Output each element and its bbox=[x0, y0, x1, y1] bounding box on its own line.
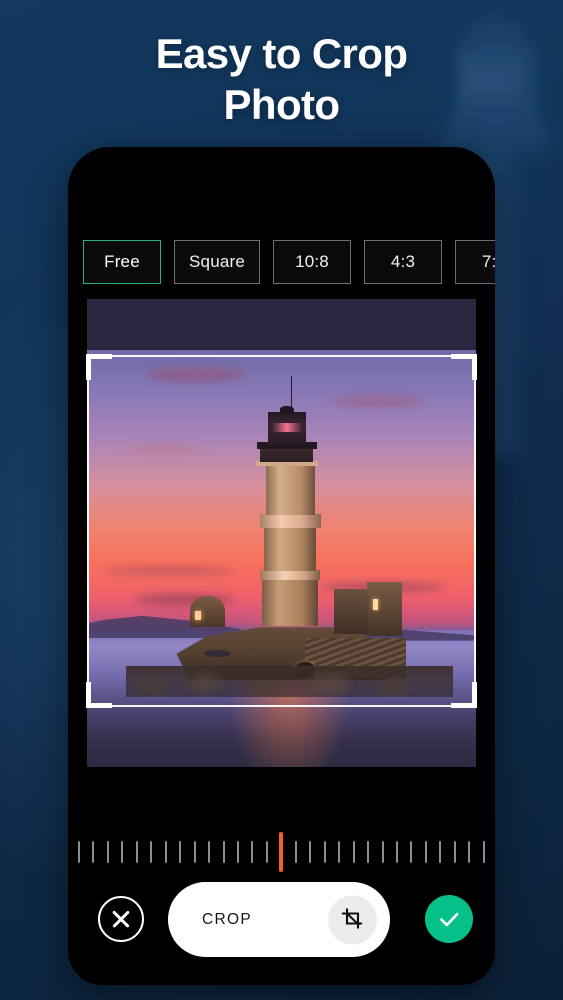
photo-preview[interactable] bbox=[87, 299, 476, 767]
fort-window-light bbox=[195, 610, 201, 621]
ruler-tick bbox=[468, 840, 471, 863]
ruler-tick bbox=[135, 840, 138, 863]
check-icon bbox=[440, 912, 459, 927]
photo-image bbox=[87, 299, 476, 767]
lighthouse-mast bbox=[290, 376, 292, 409]
ratio-tab-label: Free bbox=[104, 252, 140, 271]
ratio-tab-label: Square bbox=[189, 252, 246, 271]
ratio-tab-square[interactable]: Square bbox=[174, 240, 261, 284]
ruler-tick bbox=[352, 840, 355, 863]
ruler-tick bbox=[265, 840, 268, 863]
crop-tool-label: CROP bbox=[202, 910, 252, 928]
phone-mockup: Free Square 10:8 4:3 7:5 bbox=[68, 147, 495, 985]
ruler-tick bbox=[439, 840, 442, 863]
ratio-tab-label: 7:5 bbox=[481, 252, 495, 271]
page-title-line-2: Photo bbox=[223, 81, 341, 129]
promo-screenshot: Easy to Crop Photo Free Square 10:8 4:3 … bbox=[0, 0, 563, 1000]
ruler-tick bbox=[222, 840, 225, 863]
ruler-tick bbox=[236, 840, 239, 863]
lighthouse bbox=[87, 299, 476, 767]
ruler-tick bbox=[395, 840, 398, 863]
ruler-tick bbox=[453, 840, 456, 863]
lighthouse-mid-section bbox=[263, 528, 317, 572]
lighthouse-lantern-cap bbox=[279, 405, 294, 415]
page-title: Easy to Crop Photo bbox=[0, 28, 563, 130]
ruler-tick bbox=[323, 840, 326, 863]
crop-icon[interactable] bbox=[328, 895, 377, 944]
rotation-ruler[interactable] bbox=[68, 824, 495, 879]
lighthouse-lower-section bbox=[262, 578, 319, 626]
ruler-tick bbox=[193, 840, 196, 863]
ratio-tab-label: 4:3 bbox=[390, 252, 416, 271]
lighthouse-lamp-glow bbox=[272, 422, 302, 432]
ruler-tick bbox=[121, 840, 124, 863]
ruler-tick bbox=[164, 840, 167, 863]
ratio-tab-label: 10:8 bbox=[295, 252, 329, 271]
page-title-line-1: Easy to Crop bbox=[155, 30, 408, 77]
aspect-ratio-tab-bar[interactable]: Free Square 10:8 4:3 7:5 bbox=[68, 231, 495, 293]
ruler-tick bbox=[150, 840, 153, 863]
ratio-tab-free[interactable]: Free bbox=[83, 240, 161, 284]
ruler-indicator[interactable] bbox=[279, 832, 283, 872]
ruler-tick bbox=[106, 840, 109, 863]
ruler-tick bbox=[251, 840, 254, 863]
crop-tool-pill[interactable]: CROP bbox=[168, 882, 390, 957]
ruler-tick bbox=[381, 840, 384, 863]
lighthouse-gallery-wall bbox=[260, 448, 314, 463]
rocky-shore bbox=[125, 666, 453, 697]
ruler-tick bbox=[78, 840, 80, 863]
close-button[interactable] bbox=[98, 896, 144, 942]
ratio-tab-7-5[interactable]: 7:5 bbox=[455, 240, 495, 284]
tower-spire bbox=[489, 0, 501, 26]
ruler-tick bbox=[338, 840, 341, 863]
ruler-tick bbox=[208, 840, 211, 863]
ruler-tick bbox=[482, 840, 485, 863]
ruler-tick bbox=[92, 840, 95, 863]
fort-window-light bbox=[372, 598, 378, 610]
lighthouse-upper-section bbox=[265, 464, 315, 516]
ruler-tick bbox=[410, 840, 413, 863]
lighthouse-band bbox=[259, 514, 322, 529]
editor-toolbar: CROP bbox=[68, 879, 495, 985]
ruler-tick bbox=[294, 840, 297, 863]
lighthouse-band bbox=[260, 570, 320, 580]
ratio-tab-10-8[interactable]: 10:8 bbox=[273, 240, 352, 284]
ruler-tick bbox=[309, 840, 312, 863]
ruler-tick bbox=[424, 840, 427, 863]
ruler-tick bbox=[179, 840, 182, 863]
ratio-tab-4-3[interactable]: 4:3 bbox=[364, 240, 443, 284]
confirm-button[interactable] bbox=[425, 895, 473, 943]
ruler-tick bbox=[367, 840, 370, 863]
